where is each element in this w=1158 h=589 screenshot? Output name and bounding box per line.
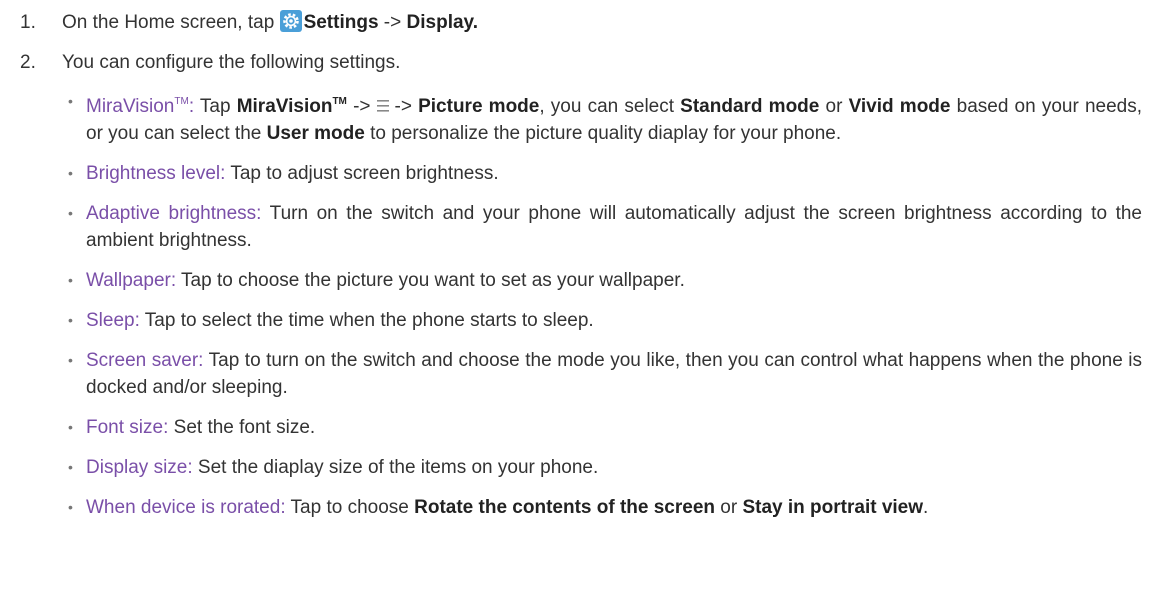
step-number: 1.: [20, 12, 36, 33]
gear-icon: [279, 10, 302, 32]
term: Brightness level:: [86, 163, 226, 184]
term: Font size:: [86, 417, 169, 438]
list-item-miravision: • MiraVisionTM: Tap MiraVisionTM -> -> Pi…: [62, 88, 1142, 147]
bullet: •: [68, 459, 73, 475]
step-text: On the Home screen, tap Settings -> Disp…: [62, 10, 478, 36]
list-item-display-size: • Display size: Set the diaplay size of t…: [62, 454, 1142, 481]
list-item-screen-saver: • Screen saver: Tap to turn on the switch…: [62, 347, 1142, 401]
bullet: •: [68, 93, 73, 109]
settings-label: Settings: [303, 12, 379, 33]
list-item-font-size: • Font size: Set the font size.: [62, 414, 1142, 441]
term: Sleep:: [86, 310, 140, 331]
bullet: •: [68, 165, 73, 181]
arrow: ->: [383, 12, 402, 33]
display-settings-page: 1. On the Home screen, tap Settings -> D…: [0, 0, 1158, 589]
step-text: You can configure the following settings…: [62, 52, 401, 73]
settings-list: • MiraVisionTM: Tap MiraVisionTM -> -> Pi…: [62, 88, 1142, 534]
term: Adaptive brightness:: [86, 203, 262, 224]
step-number: 2.: [20, 52, 36, 73]
list-item-when-rotated: • When device is rorated: Tap to choose R…: [62, 494, 1142, 521]
bullet: •: [68, 499, 73, 515]
term: Screen saver:: [86, 350, 204, 371]
list-item-wallpaper: • Wallpaper: Tap to choose the picture yo…: [62, 267, 1142, 294]
step-1-prefix: On the Home screen, tap: [62, 12, 275, 33]
bullet: •: [68, 312, 73, 328]
term: Wallpaper:: [86, 270, 177, 291]
bullet: •: [68, 352, 73, 368]
display-label: Display.: [406, 12, 478, 33]
term: When device is rorated:: [86, 497, 286, 518]
term: Display size:: [86, 457, 193, 478]
list-item-adaptive-brightness: • Adaptive brightness: Turn on the switch…: [62, 200, 1142, 254]
bullet: •: [68, 272, 73, 288]
list-item-brightness-level: • Brightness level: Tap to adjust screen …: [62, 160, 1142, 187]
bullet: •: [68, 419, 73, 435]
miravision-bold: MiraVisionTM: [236, 96, 347, 117]
bullet: •: [68, 205, 73, 221]
list-item-sleep: • Sleep: Tap to select the time when the …: [62, 307, 1142, 334]
term-miravision: MiraVisionTM:: [86, 96, 195, 117]
menu-icon: [376, 100, 389, 112]
